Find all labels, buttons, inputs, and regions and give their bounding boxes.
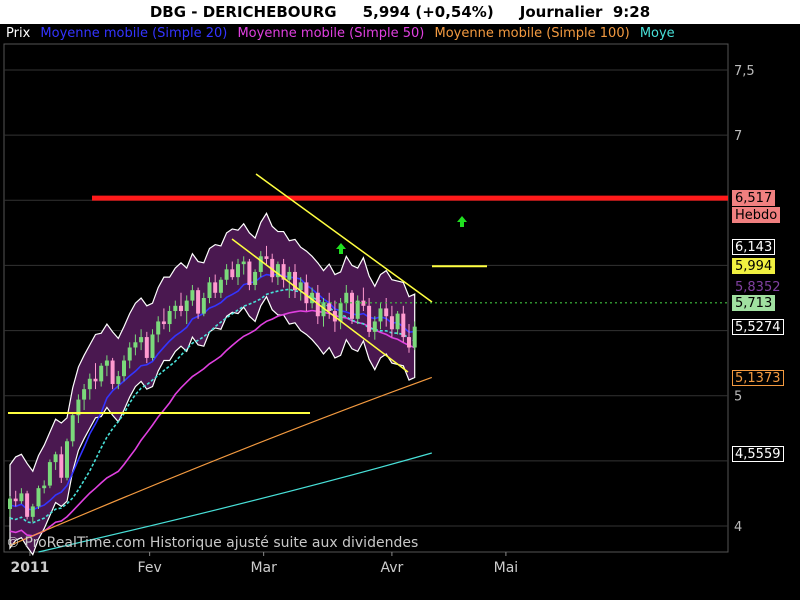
candle-body	[93, 378, 98, 382]
candle-body	[150, 334, 155, 358]
candle-body	[161, 321, 166, 325]
price-tag: 5,8352	[732, 278, 784, 295]
x-tick-label: Mai	[494, 560, 519, 576]
candle-body	[401, 313, 406, 338]
candle-body	[224, 269, 229, 280]
price-tag: 6,517	[732, 190, 776, 207]
y-tick-label: 7	[734, 129, 742, 144]
y-tick-label: 7,5	[734, 64, 755, 79]
candle-body	[372, 321, 377, 332]
candle-body	[207, 282, 212, 298]
candle-body	[13, 498, 18, 502]
candle-body	[287, 271, 292, 280]
price-tag: 6,143	[732, 238, 776, 255]
candle-body	[110, 360, 115, 384]
price-tag: Hebdo	[732, 206, 781, 223]
candle-body	[218, 279, 223, 293]
candle-body	[25, 493, 30, 517]
y-tick-label: 4	[734, 520, 742, 535]
candle-body	[367, 305, 372, 332]
y-tick-label: 5	[734, 390, 742, 405]
candle-body	[116, 376, 121, 384]
price-tag: 4,5559	[732, 445, 784, 462]
candle-body	[104, 360, 109, 366]
candle-body	[196, 290, 201, 314]
x-tick-label: Mar	[250, 560, 277, 576]
candle-body	[173, 305, 178, 312]
candle-body	[8, 498, 12, 510]
candle-body	[190, 290, 195, 301]
candle-body	[253, 271, 258, 285]
x-tick-label: 2011	[10, 560, 49, 576]
price-chart[interactable]: 7,5 7 5 4 2011 Fev Mar Avr Mai	[0, 0, 800, 600]
candle-body	[350, 292, 354, 319]
candle-body	[412, 326, 417, 348]
x-tick-label: Avr	[380, 560, 403, 576]
candle-body	[19, 493, 24, 502]
candle-body	[389, 316, 394, 330]
candle-body	[99, 365, 104, 382]
candle-body	[30, 506, 35, 517]
candle-body	[241, 261, 246, 265]
price-tag: 5,713	[732, 294, 776, 311]
candle-body	[47, 462, 52, 486]
candle-body	[127, 347, 132, 361]
candle-body	[179, 305, 183, 312]
candle-body	[70, 415, 75, 442]
candle-body	[344, 292, 349, 304]
candle-body	[407, 337, 411, 348]
candle-body	[156, 321, 161, 335]
candle-body	[144, 337, 149, 358]
candle-body	[59, 454, 64, 478]
price-tag: 5,1373	[732, 369, 784, 386]
candle-body	[236, 264, 240, 278]
copyright-notice: © ProRealTime.com Historique ajusté suit…	[6, 535, 419, 551]
candle-body	[258, 256, 263, 272]
candle-body	[395, 313, 400, 330]
candle-body	[133, 342, 138, 348]
candle-body	[53, 454, 58, 463]
candle-body	[122, 360, 126, 377]
candle-body	[230, 269, 235, 278]
candle-body	[327, 303, 332, 312]
candle-body	[247, 261, 252, 285]
price-tag: 5,994	[732, 258, 776, 275]
candle-body	[264, 256, 269, 259]
candle-body	[82, 389, 87, 400]
candle-body	[338, 303, 343, 322]
candle-body	[378, 308, 383, 322]
candle-body	[87, 378, 92, 390]
candle-body	[384, 308, 389, 317]
candle-body	[42, 485, 47, 489]
price-tag: 5,5274	[732, 318, 784, 335]
candle-body	[36, 488, 41, 507]
candle-body	[304, 282, 309, 304]
candle-body	[139, 337, 144, 343]
candle-body	[213, 282, 218, 293]
x-tick-label: Fev	[138, 560, 162, 576]
candle-body	[167, 311, 172, 325]
candle-body	[65, 441, 69, 478]
candle-body	[184, 300, 189, 312]
candle-body	[201, 298, 206, 314]
